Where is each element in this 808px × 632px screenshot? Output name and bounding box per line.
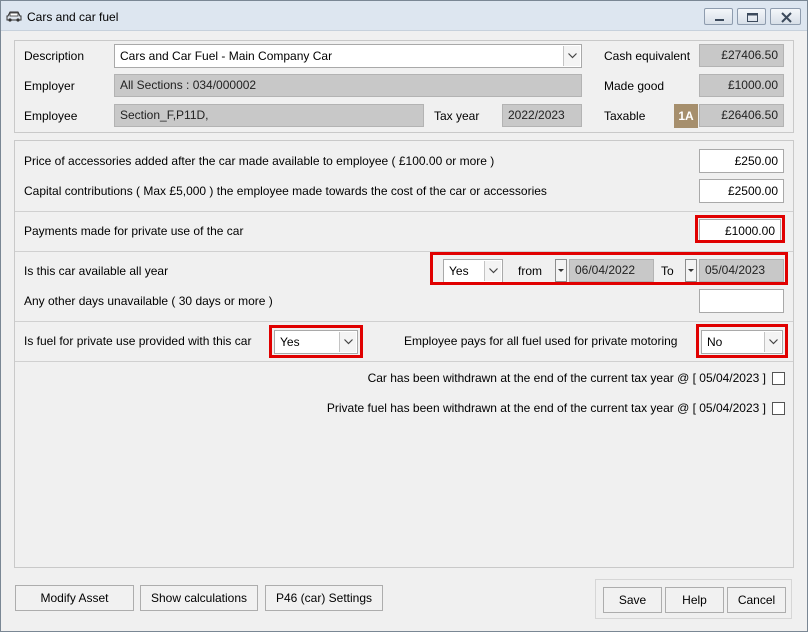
minimize-button[interactable]: [704, 8, 733, 25]
cash-equivalent-label: Cash equivalent: [604, 49, 691, 63]
available-all-year-label: Is this car available all year: [24, 264, 169, 278]
employer-label: Employer: [24, 79, 75, 93]
car-withdrawn-checkbox[interactable]: [772, 372, 785, 385]
fuel-provided-label: Is fuel for private use provided with th…: [24, 334, 252, 348]
highlight-payments: [695, 215, 785, 243]
highlight-availability: [430, 252, 788, 285]
private-use-payments-label: Payments made for private use of the car: [24, 224, 244, 238]
divider: [15, 361, 793, 362]
fuel-withdrawn-label: Private fuel has been withdrawn at the e…: [326, 401, 766, 415]
maximize-icon: [747, 13, 758, 22]
tax-year-label: Tax year: [434, 109, 480, 123]
divider: [15, 211, 793, 212]
details-panel: [14, 140, 794, 568]
description-dropdown[interactable]: Cars and Car Fuel - Main Company Car: [114, 44, 582, 68]
modify-asset-button[interactable]: Modify Asset: [15, 585, 134, 611]
cars-and-car-fuel-window: Cars and car fuel Description Cars and C…: [0, 0, 808, 632]
cash-equivalent-field: £27406.50: [699, 44, 784, 67]
save-button[interactable]: Save: [603, 587, 662, 613]
tax-year-field: 2022/2023: [502, 104, 582, 127]
other-days-unavailable-input[interactable]: [699, 289, 784, 313]
maximize-button[interactable]: [737, 8, 766, 25]
taxable-field: £26406.50: [699, 104, 784, 127]
close-button[interactable]: [770, 8, 801, 25]
title-bar: Cars and car fuel: [1, 1, 807, 31]
car-icon: [6, 11, 22, 22]
car-withdrawn-label: Car has been withdrawn at the end of the…: [367, 371, 766, 385]
minimize-icon: [715, 19, 724, 21]
description-label: Description: [24, 49, 85, 63]
taxable-category-badge: 1A: [674, 104, 698, 128]
fuel-withdrawn-checkbox[interactable]: [772, 402, 785, 415]
accessories-price-input[interactable]: £250.00: [699, 149, 784, 173]
employee-pays-fuel-label: Employee pays for all fuel used for priv…: [404, 334, 678, 348]
capital-contributions-label: Capital contributions ( Max £5,000 ) the…: [24, 184, 547, 198]
cancel-button[interactable]: Cancel: [727, 587, 786, 613]
p46-settings-button[interactable]: P46 (car) Settings: [265, 585, 383, 611]
capital-contributions-input[interactable]: £2500.00: [699, 179, 784, 203]
chevron-down-icon[interactable]: [563, 46, 580, 66]
employer-field: All Sections : 034/000002: [114, 74, 582, 97]
made-good-field: £1000.00: [699, 74, 784, 97]
taxable-label: Taxable: [604, 109, 646, 123]
made-good-label: Made good: [604, 79, 665, 93]
close-icon: [781, 12, 792, 23]
window-title: Cars and car fuel: [27, 10, 119, 24]
highlight-employee-pays-fuel: [696, 324, 788, 358]
highlight-fuel-provided: [269, 325, 363, 358]
accessories-price-label: Price of accessories added after the car…: [24, 154, 495, 168]
show-calculations-button[interactable]: Show calculations: [140, 585, 258, 611]
other-days-unavailable-label: Any other days unavailable ( 30 days or …: [24, 294, 273, 308]
description-value: Cars and Car Fuel - Main Company Car: [120, 49, 333, 63]
divider: [15, 321, 793, 322]
help-button[interactable]: Help: [665, 587, 724, 613]
employee-label: Employee: [24, 109, 78, 123]
employee-field: Section_F,P11D,: [114, 104, 424, 127]
